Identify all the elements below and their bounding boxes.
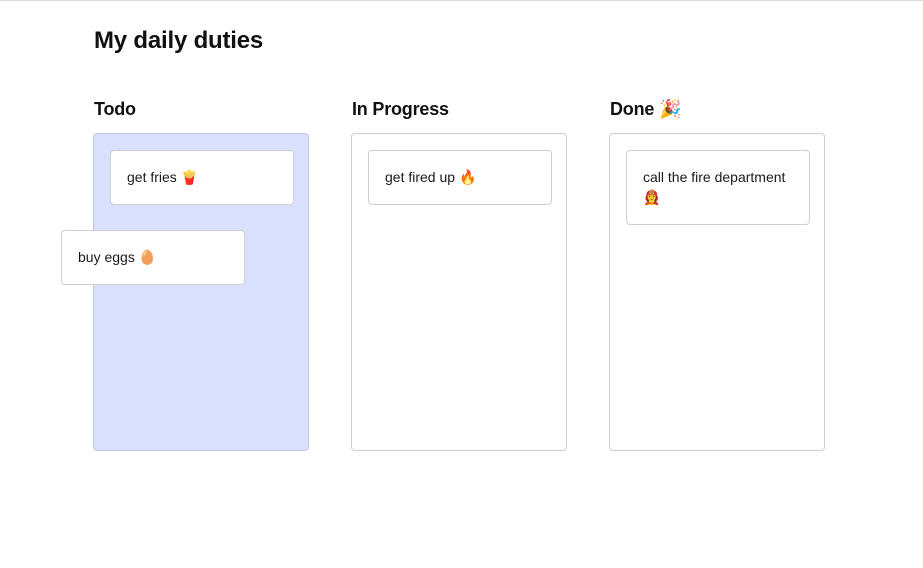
card-text: call the fire department bbox=[643, 169, 786, 185]
party-popper-icon: 🎉 bbox=[659, 99, 682, 120]
card-text: get fries bbox=[127, 169, 177, 185]
task-card-call-fire-department[interactable]: call the fire department 👩‍🚒 bbox=[626, 150, 810, 225]
egg-icon: 🥚 bbox=[138, 250, 157, 266]
column-title-text: Todo bbox=[94, 99, 136, 119]
column-title-text: In Progress bbox=[352, 99, 449, 119]
column-title-text: Done bbox=[610, 99, 655, 119]
task-card-get-fries[interactable]: get fries 🍟 bbox=[110, 150, 294, 205]
column-in-progress[interactable]: get fired up 🔥 bbox=[351, 133, 567, 451]
fire-icon: 🔥 bbox=[458, 170, 477, 186]
column-title-done: Done 🎉 bbox=[610, 99, 681, 120]
fries-icon: 🍟 bbox=[180, 170, 199, 186]
page-title: My daily duties bbox=[94, 27, 264, 54]
task-card-buy-eggs-dragging[interactable]: buy eggs 🥚 bbox=[61, 230, 245, 285]
column-done[interactable]: call the fire department 👩‍🚒 bbox=[609, 133, 825, 451]
card-text: get fired up bbox=[385, 169, 456, 185]
task-card-get-fired-up[interactable]: get fired up 🔥 bbox=[368, 150, 552, 205]
top-divider bbox=[0, 0, 923, 1]
card-text: buy eggs bbox=[78, 249, 135, 265]
firefighter-icon: 👩‍🚒 bbox=[643, 190, 661, 206]
column-title-todo: Todo bbox=[94, 99, 136, 120]
column-title-in-progress: In Progress bbox=[352, 99, 449, 120]
column-todo[interactable]: get fries 🍟 bbox=[93, 133, 309, 451]
